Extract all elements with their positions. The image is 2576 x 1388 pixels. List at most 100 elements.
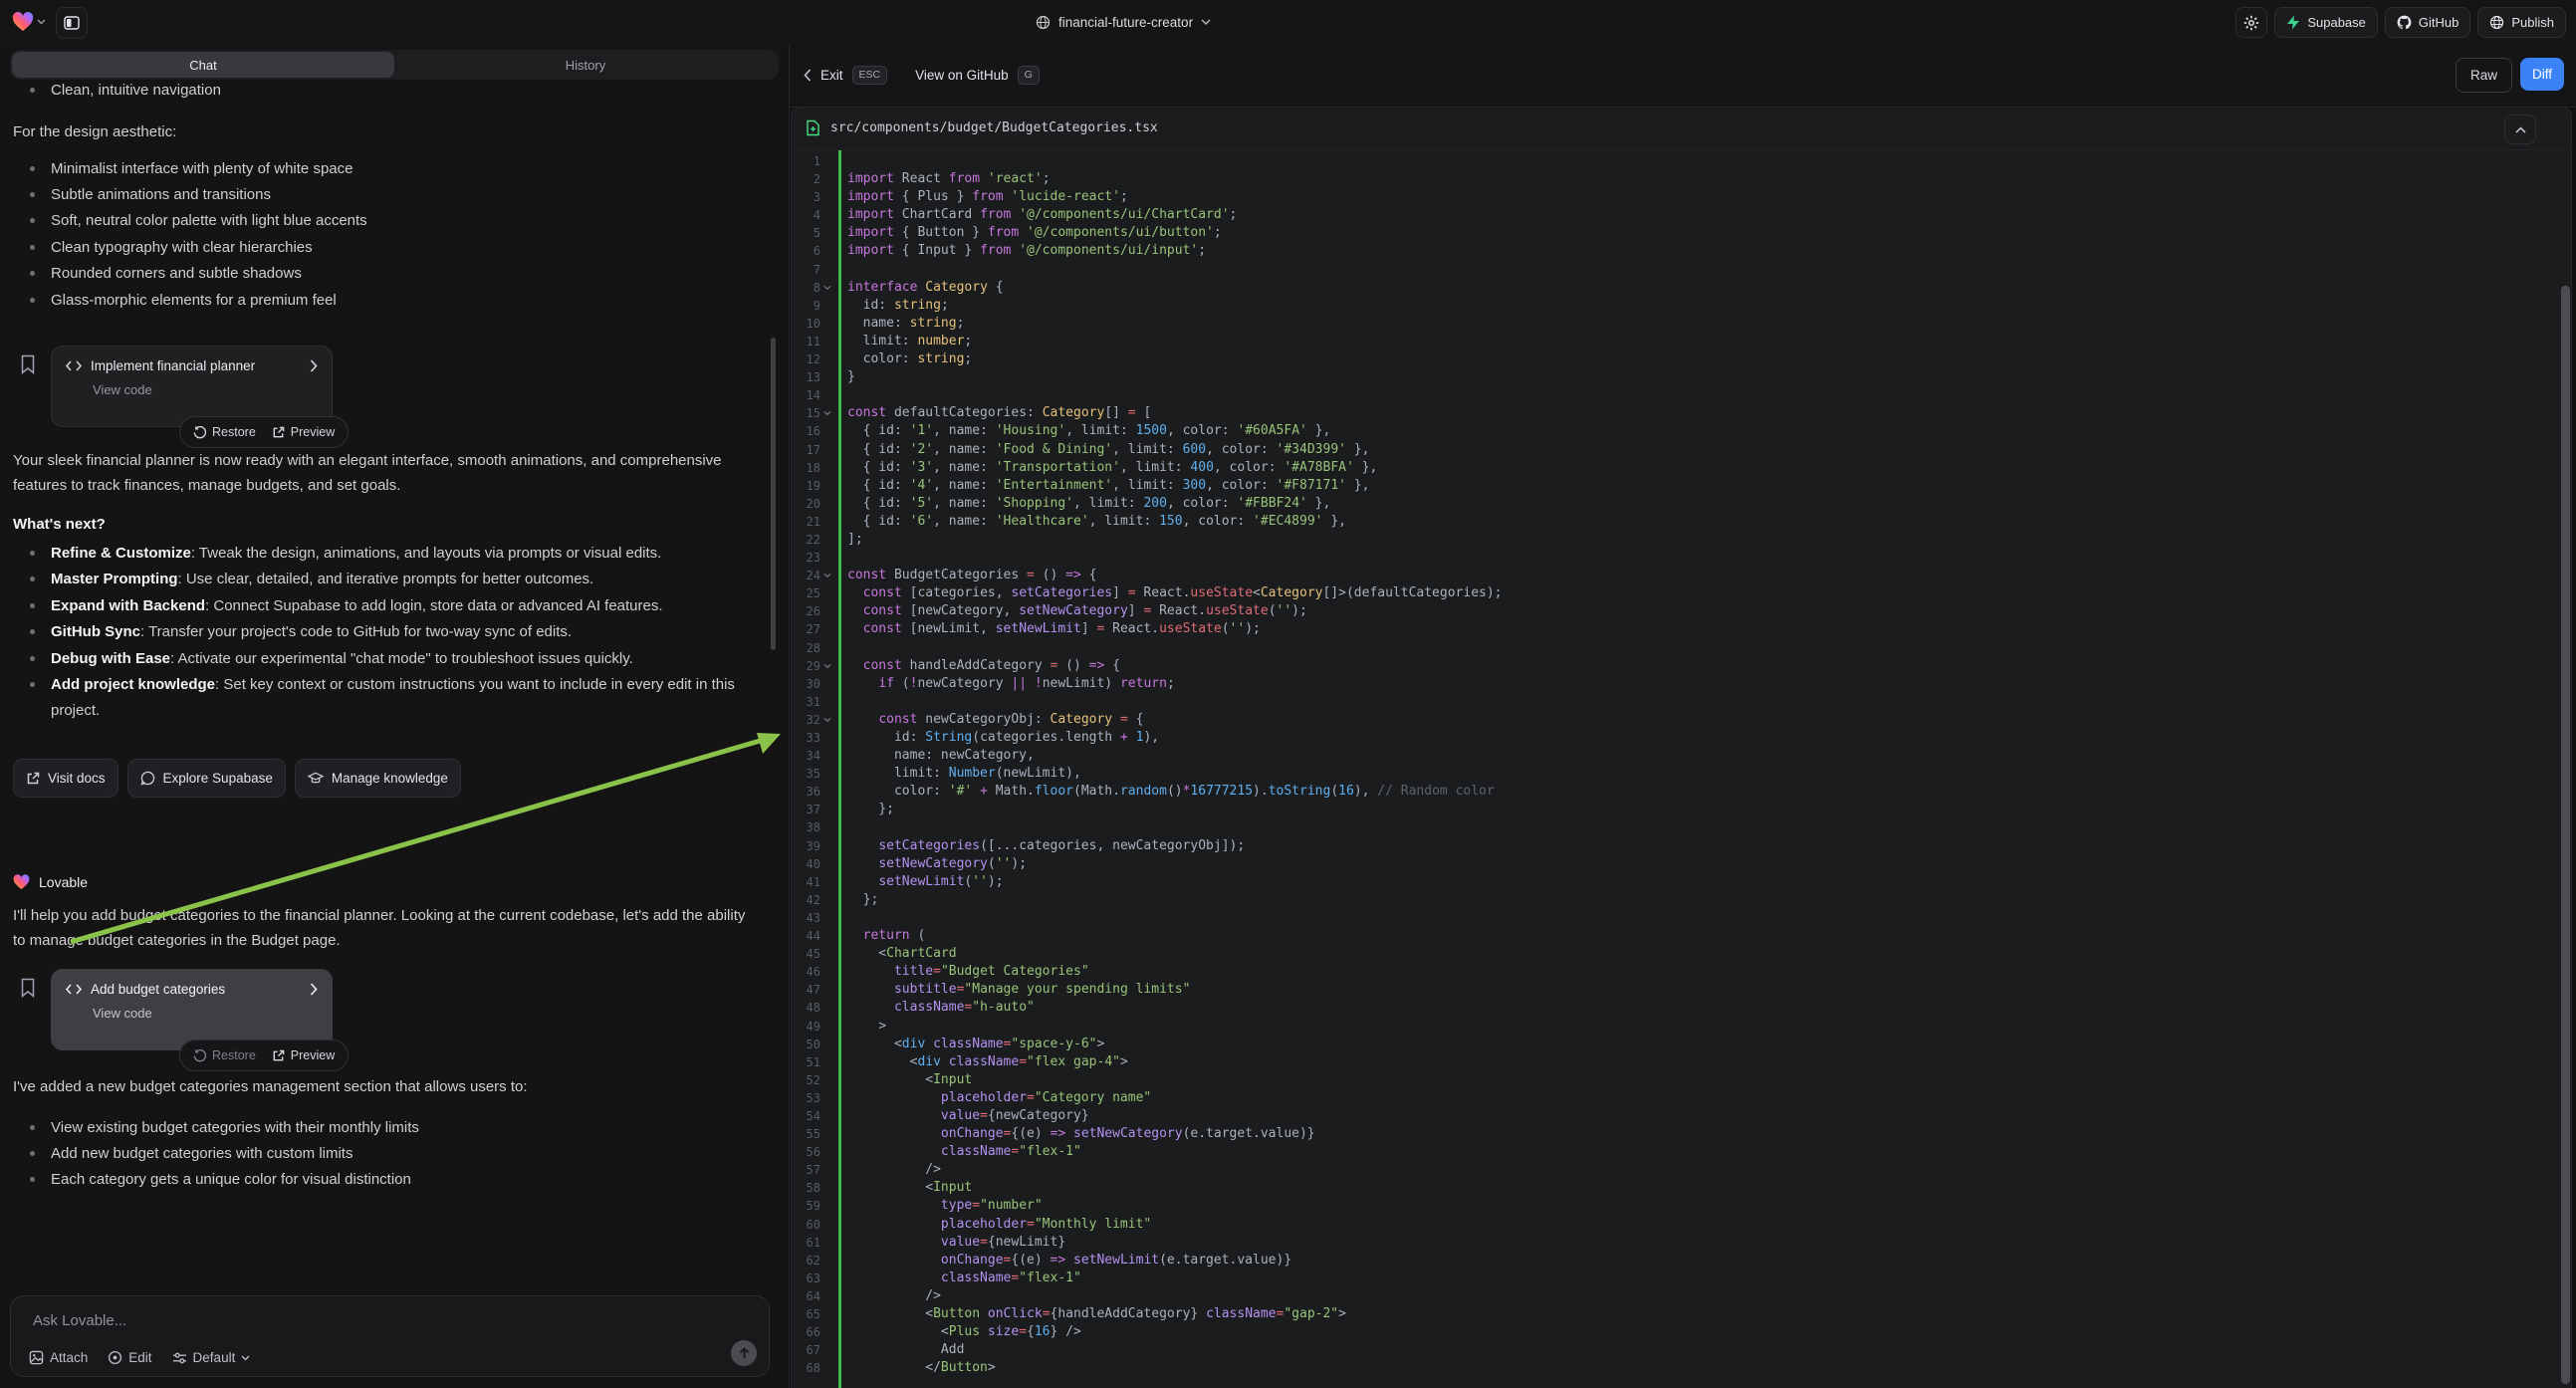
code-text: limit: number;	[847, 333, 972, 350]
line-number: 37	[791, 801, 820, 818]
next-item-text: Debug with Ease: Activate our experiment…	[51, 646, 633, 672]
code-text: placeholder="Category name"	[847, 1089, 1151, 1107]
code-line: 52 <Input	[791, 1071, 2553, 1089]
code-text: const BudgetCategories = () => {	[847, 567, 1096, 584]
list-item: Subtle animations and transitions	[13, 181, 770, 207]
list-item: Add project knowledge: Set key context o…	[13, 672, 758, 725]
view-code-link[interactable]: View code	[93, 382, 318, 397]
settings-button[interactable]	[2235, 7, 2267, 38]
manage-knowledge-button[interactable]: Manage knowledge	[295, 759, 461, 798]
composer-input[interactable]: Ask Lovable...	[33, 1312, 126, 1329]
code-line: 30 if (!newCategory || !newLimit) return…	[791, 675, 2553, 693]
lovable-logo-icon[interactable]	[12, 12, 34, 32]
edit-button[interactable]: Edit	[108, 1350, 151, 1365]
github-label: GitHub	[2419, 15, 2459, 30]
code-line: 3import { Plus } from 'lucide-react';	[791, 188, 2553, 206]
line-number: 30	[791, 675, 820, 693]
code-text: value={newCategory}	[847, 1107, 1089, 1125]
code-text: import ChartCard from '@/components/ui/C…	[847, 206, 1237, 224]
supabase-label: Supabase	[2307, 15, 2366, 30]
supabase-button[interactable]: Supabase	[2274, 7, 2378, 38]
version-card-implement-financial-planner[interactable]: Implement financial planner View code	[51, 346, 333, 427]
next-item-text: GitHub Sync: Transfer your project's cod…	[51, 619, 572, 645]
preview-button[interactable]: Preview	[272, 425, 335, 439]
line-number: 14	[791, 386, 820, 404]
bullet-icon	[30, 245, 35, 250]
line-number: 41	[791, 873, 820, 891]
line-number: 65	[791, 1305, 820, 1323]
github-button[interactable]: GitHub	[2385, 7, 2470, 38]
line-number: 10	[791, 315, 820, 333]
code-line: 38	[791, 818, 2553, 836]
toggle-sidebar-button[interactable]	[56, 7, 88, 39]
project-switcher[interactable]: financial-future-creator	[1036, 0, 1211, 44]
mode-select[interactable]: Default	[172, 1350, 251, 1365]
code-text: { id: '6', name: 'Healthcare', limit: 15…	[847, 513, 1346, 531]
view-on-github-button[interactable]: View on GitHub G	[915, 66, 1040, 85]
code-line: 24const BudgetCategories = () => {	[791, 567, 2553, 584]
code-line: 51 <div className="flex gap-4">	[791, 1053, 2553, 1071]
version-card-title: Add budget categories	[91, 982, 301, 997]
bullet-icon	[30, 192, 35, 197]
bullet-text: Rounded corners and subtle shadows	[51, 265, 302, 282]
code-line: 7	[791, 261, 2553, 279]
file-path-bar[interactable]: src/components/budget/BudgetCategories.t…	[791, 107, 2572, 150]
file-added-icon	[806, 119, 820, 136]
line-number: 46	[791, 963, 820, 981]
code-text: import React from 'react';	[847, 170, 1051, 188]
bookmark-icon[interactable]	[20, 354, 36, 374]
restore-button-disabled[interactable]: Restore	[193, 1048, 256, 1062]
fold-chevron-icon[interactable]	[823, 285, 831, 291]
version-card-add-budget-categories[interactable]: Add budget categories View code	[51, 969, 333, 1050]
line-number: 1	[791, 152, 820, 170]
fold-chevron-icon[interactable]	[823, 573, 831, 578]
diff-toggle-button[interactable]: Diff	[2520, 58, 2564, 91]
code-text: id: string;	[847, 297, 949, 315]
workspace-chevron-down-icon[interactable]	[37, 19, 46, 25]
code-text: import { Button } from '@/components/ui/…	[847, 224, 1222, 242]
tab-history[interactable]: History	[394, 52, 777, 78]
raw-toggle-button[interactable]: Raw	[2456, 58, 2512, 93]
restore-button[interactable]: Restore	[193, 425, 256, 439]
list-item: Rounded corners and subtle shadows	[13, 261, 770, 287]
code-text: </Button>	[847, 1359, 996, 1377]
exit-button[interactable]: Exit ESC	[804, 66, 887, 85]
chevron-up-icon	[2515, 126, 2526, 133]
chat-history-tabs: Chat History	[10, 50, 779, 80]
list-item: Clean typography with clear hierarchies	[13, 234, 770, 260]
line-number: 25	[791, 584, 820, 602]
bullet-text: Each category gets a unique color for vi…	[51, 1171, 411, 1188]
preview-button[interactable]: Preview	[272, 1048, 335, 1062]
code-scrollbar[interactable]	[2561, 286, 2570, 1384]
publish-globe-icon	[2489, 15, 2504, 30]
send-button[interactable]	[731, 1340, 757, 1366]
bookmark-icon[interactable]	[20, 978, 36, 998]
preview-label: Preview	[291, 425, 335, 439]
code-text: const [newCategory, setNewCategory] = Re…	[847, 602, 1307, 620]
publish-button[interactable]: Publish	[2477, 7, 2566, 38]
code-text: color: '#' + Math.floor(Math.random()*16…	[847, 783, 1495, 801]
line-number: 6	[791, 242, 820, 260]
attach-button[interactable]: Attach	[29, 1350, 88, 1365]
code-text: };	[847, 891, 878, 909]
line-number: 16	[791, 422, 820, 440]
fold-chevron-icon[interactable]	[823, 717, 831, 723]
code-line: 66 <Plus size={16} />	[791, 1323, 2553, 1341]
chevron-right-icon[interactable]	[310, 983, 318, 996]
collapse-file-button[interactable]	[2504, 115, 2536, 144]
code-editor: 12import React from 'react';3import { Pl…	[791, 152, 2553, 1377]
explore-supabase-button[interactable]: Explore Supabase	[127, 759, 286, 798]
line-number: 67	[791, 1341, 820, 1359]
code-text: { id: '1', name: 'Housing', limit: 1500,…	[847, 422, 1330, 440]
fold-chevron-icon[interactable]	[823, 663, 831, 669]
action-button-label: Visit docs	[48, 771, 106, 786]
chevron-right-icon[interactable]	[310, 359, 318, 372]
code-text: name: string;	[847, 315, 964, 333]
code-line: 12 color: string;	[791, 350, 2553, 368]
line-number: 51	[791, 1053, 820, 1071]
view-code-link[interactable]: View code	[93, 1006, 318, 1021]
visit-docs-button[interactable]: Visit docs	[13, 759, 118, 798]
tab-chat[interactable]: Chat	[12, 52, 394, 78]
chat-scrollbar[interactable]	[771, 338, 776, 650]
fold-chevron-icon[interactable]	[823, 410, 831, 416]
